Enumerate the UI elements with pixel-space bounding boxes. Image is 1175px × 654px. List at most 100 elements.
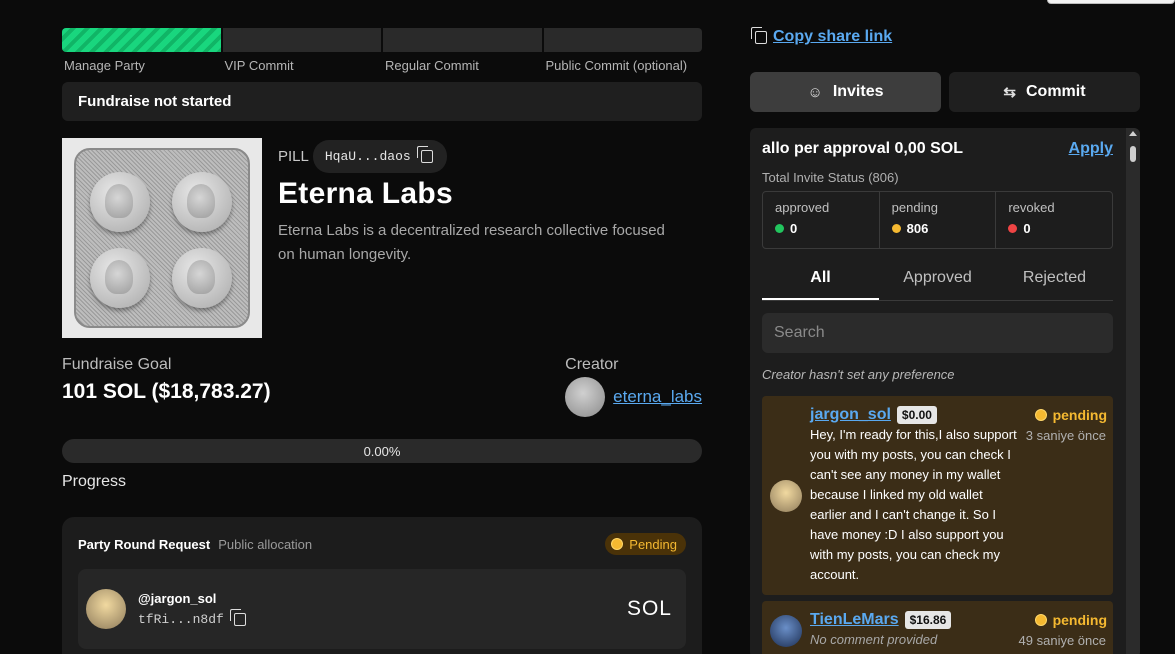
- green-dot-icon: [775, 224, 784, 233]
- pill-shape: [172, 172, 232, 232]
- step-label: Regular Commit: [385, 58, 479, 73]
- party-round-card: Party Round Request Public allocation Pe…: [62, 517, 702, 654]
- goal-value: 101 SOL ($18,783.27): [62, 380, 271, 403]
- creator-preference: Creator hasn't set any preference: [762, 367, 955, 382]
- search-input[interactable]: [762, 313, 1113, 353]
- allocation-text: allo per approval 0,00 SOL: [762, 140, 963, 157]
- invite-status: pending: [1034, 612, 1107, 628]
- avatar: [86, 589, 126, 629]
- avatar-wrap: [770, 611, 810, 650]
- avatar: [565, 377, 606, 417]
- coin-icon: [1034, 614, 1047, 626]
- round-address: tfRi...n8df: [138, 612, 224, 627]
- step-bar: [222, 28, 381, 52]
- project-name: Eterna Labs: [278, 177, 454, 210]
- invite-status-text: pending: [1052, 612, 1107, 628]
- right-column: Copy share link ☺ Invites ⇆ Commit allo …: [750, 26, 1140, 654]
- user-icon: ☺: [807, 83, 823, 101]
- round-amount: SOL: [626, 597, 672, 620]
- invite-stats: approved 0 pending 806 revoked 0: [762, 191, 1113, 249]
- step-regular-commit[interactable]: Regular Commit: [383, 28, 542, 73]
- fundraise-goal: Fundraise Goal 101 SOL ($18,783.27): [62, 356, 271, 417]
- copy-icon[interactable]: [229, 609, 246, 626]
- project-image: [62, 138, 262, 338]
- step-public-commit[interactable]: Public Commit (optional): [543, 28, 702, 73]
- goal-row: Fundraise Goal 101 SOL ($18,783.27) Crea…: [62, 356, 702, 417]
- copy-share-link[interactable]: Copy share link: [750, 26, 1140, 46]
- filter-all[interactable]: All: [762, 263, 879, 300]
- creator-link[interactable]: eterna_labs: [613, 387, 702, 407]
- avatar: [770, 479, 802, 512]
- round-request-row: @jargon_sol tfRi...n8df SOL: [78, 569, 686, 649]
- invites-panel: allo per approval 0,00 SOL Apply Total I…: [750, 128, 1140, 654]
- stat-count: 0: [1023, 221, 1031, 236]
- invite-status: pending: [1034, 407, 1107, 423]
- apply-button[interactable]: Apply: [1069, 140, 1113, 158]
- invite-time: 49 saniye önce: [1018, 633, 1106, 648]
- token-address-chip[interactable]: HqaU...daos: [312, 140, 447, 173]
- tab-label: Commit: [1026, 83, 1086, 100]
- browser-edge: [1047, 0, 1175, 4]
- ticker-row: PILL HqaU...daos: [278, 140, 678, 173]
- progress-percent: 0.00%: [363, 443, 401, 459]
- left-column: Manage Party VIP Commit Regular Commit P…: [62, 28, 702, 654]
- coin-icon: [1034, 409, 1047, 421]
- status-badge: Pending: [605, 533, 686, 555]
- phase-stepper: Manage Party VIP Commit Regular Commit P…: [62, 28, 702, 73]
- swap-icon: ⇆: [1003, 84, 1016, 101]
- filter-approved[interactable]: Approved: [879, 263, 996, 300]
- scroll-up-icon[interactable]: [1129, 131, 1137, 136]
- scrollbar[interactable]: [1126, 128, 1140, 654]
- round-status: Pending: [629, 536, 677, 552]
- step-label: Manage Party: [64, 58, 145, 73]
- allocation-row: allo per approval 0,00 SOL Apply: [762, 140, 1113, 158]
- round-user: @jargon_sol tfRi...n8df: [138, 591, 246, 627]
- invite-header: jargon_sol $0.00 pending: [810, 406, 1107, 424]
- share-link[interactable]: Copy share link: [773, 28, 892, 46]
- invite-card: TienLeMars $16.86 pending No comment pro…: [762, 601, 1113, 654]
- creator-row: eterna_labs: [565, 377, 702, 417]
- invite-status-text: pending: [1052, 407, 1107, 423]
- filter-rejected[interactable]: Rejected: [996, 263, 1113, 300]
- round-subtitle: Public allocation: [218, 536, 313, 552]
- creator-label: Creator: [565, 356, 619, 373]
- avatar: [770, 614, 802, 647]
- stat-count: 806: [906, 221, 929, 236]
- invite-header: TienLeMars $16.86 pending: [810, 611, 1107, 629]
- invite-amount: $16.86: [904, 611, 952, 629]
- stat-value: 0: [775, 221, 879, 236]
- stat-count: 0: [790, 221, 798, 236]
- filter-tabs: All Approved Rejected: [762, 263, 1113, 301]
- invite-card: jargon_sol $0.00 pending Hey, I'm ready …: [762, 396, 1113, 595]
- invite-amount: $0.00: [896, 406, 937, 424]
- round-title: Party Round Request: [78, 536, 211, 552]
- step-manage-party[interactable]: Manage Party: [62, 28, 221, 73]
- invite-user-link[interactable]: jargon_sol: [810, 406, 891, 424]
- pill-shape: [90, 172, 150, 232]
- total-invite-status: Total Invite Status (806): [762, 170, 899, 185]
- project-description: Eterna Labs is a decentralized research …: [278, 222, 665, 263]
- step-label: Public Commit (optional): [545, 58, 688, 73]
- stat-revoked: revoked 0: [996, 192, 1112, 248]
- invite-user-link[interactable]: TienLeMars: [810, 611, 899, 629]
- copy-icon: [751, 26, 767, 44]
- copy-icon[interactable]: [416, 146, 433, 163]
- red-dot-icon: [1008, 224, 1018, 233]
- project-header: PILL HqaU...daos Eterna Labs Eterna Labs…: [62, 138, 702, 338]
- step-vip-commit[interactable]: VIP Commit: [222, 28, 381, 73]
- token-address: HqaU...daos: [324, 149, 411, 164]
- panel-tabs: ☺ Invites ⇆ Commit: [750, 72, 1140, 112]
- tab-commit[interactable]: ⇆ Commit: [949, 72, 1140, 112]
- stat-approved: approved 0: [763, 192, 880, 248]
- step-bar: [62, 28, 221, 52]
- coin-icon: [611, 538, 624, 550]
- blister-pack: [74, 148, 250, 328]
- step-label: VIP Commit: [224, 58, 294, 73]
- stat-pending: pending 806: [880, 192, 997, 248]
- tab-invites[interactable]: ☺ Invites: [750, 72, 941, 112]
- step-bar: [543, 28, 702, 52]
- pill-shape: [172, 248, 232, 308]
- creator-block: Creator eterna_labs: [565, 356, 702, 417]
- scroll-thumb[interactable]: [1130, 146, 1136, 162]
- progress-bar: 0.00%: [62, 439, 702, 463]
